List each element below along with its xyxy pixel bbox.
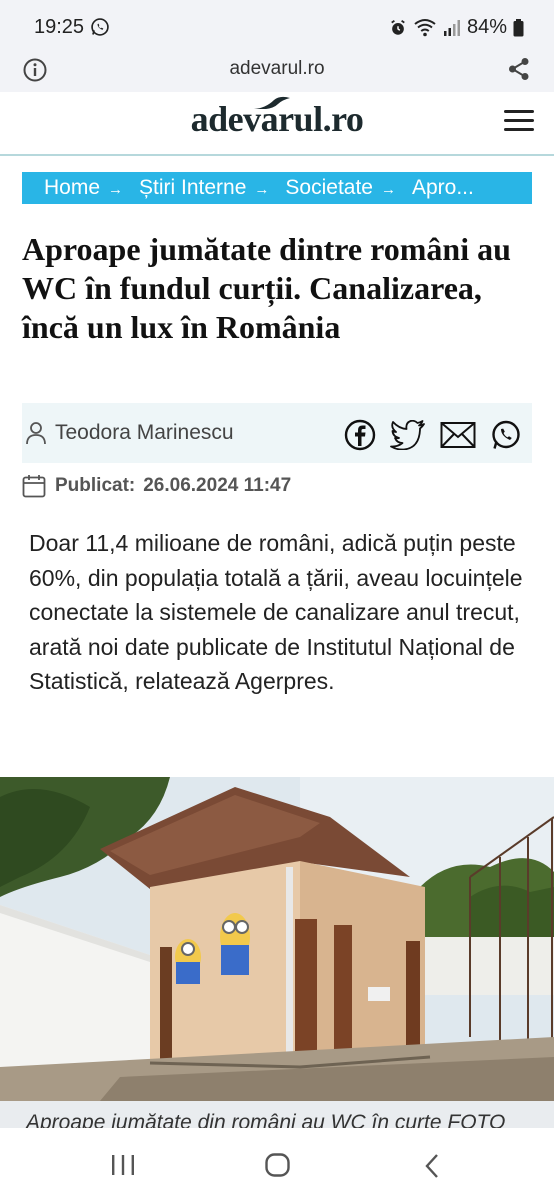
author-name[interactable]: Teodora Marinescu	[55, 421, 234, 445]
breadcrumb: Home → Știri Interne → Societate → Apro.…	[22, 172, 532, 204]
author-box: Teodora Marinescu	[22, 403, 532, 463]
battery-percent: 84%	[466, 16, 507, 38]
publish-date-value: 26.06.2024 11:47	[143, 475, 292, 496]
status-icons: 84%	[389, 16, 524, 39]
breadcrumb-arrow-icon: →	[108, 180, 124, 198]
facebook-icon[interactable]	[344, 419, 376, 451]
site-logo[interactable]: adevarul.ro	[0, 98, 554, 140]
article-photo-scene	[0, 777, 554, 1101]
publish-date: Publicat: 26.06.2024 11:47	[22, 473, 291, 499]
signal-icon	[443, 19, 460, 36]
breadcrumb-arrow-icon: →	[254, 180, 270, 198]
wifi-icon	[414, 18, 436, 36]
home-icon[interactable]	[265, 1153, 290, 1177]
menu-icon[interactable]	[504, 110, 534, 134]
whatsapp-icon	[91, 18, 109, 36]
alarm-icon	[391, 19, 405, 35]
battery-icon	[513, 18, 524, 36]
breadcrumb-societate[interactable]: Societate	[285, 176, 373, 200]
publish-date-label: Publicat:	[55, 475, 136, 496]
browser-url-bar: adevarul.ro	[0, 54, 554, 92]
breadcrumb-home[interactable]: Home	[44, 176, 100, 200]
whatsapp-icon[interactable]	[490, 419, 522, 451]
status-bar: 19:25 84%	[0, 0, 554, 54]
url-text[interactable]: adevarul.ro	[0, 58, 554, 80]
breadcrumb-arrow-icon: →	[380, 180, 396, 198]
article-photo[interactable]	[0, 777, 554, 1101]
system-nav-bar	[0, 1128, 554, 1200]
social-share-bar	[344, 419, 522, 451]
status-time: 19:25	[34, 16, 85, 38]
article-title: Aproape jumătate dintre români au WC în …	[22, 231, 511, 345]
photo-caption: Aproape jumătate din români au WC în cur…	[26, 1111, 506, 1128]
user-icon	[26, 422, 46, 445]
photo-caption-bar: Aproape jumătate din români au WC în cur…	[0, 1101, 554, 1128]
breadcrumb-current: Apro...	[411, 176, 474, 199]
back-icon[interactable]	[424, 1153, 440, 1179]
recent-apps-icon[interactable]	[110, 1154, 136, 1176]
breadcrumb-stiri-interne[interactable]: Știri Interne	[139, 176, 246, 200]
calendar-icon	[22, 475, 46, 498]
share-icon[interactable]	[508, 57, 530, 81]
site-header: adevarul.ro	[0, 92, 554, 156]
twitter-icon[interactable]	[390, 420, 426, 450]
email-icon[interactable]	[440, 421, 476, 449]
article-lead: Doar 11,4 milioane de români, adică puți…	[29, 530, 523, 694]
